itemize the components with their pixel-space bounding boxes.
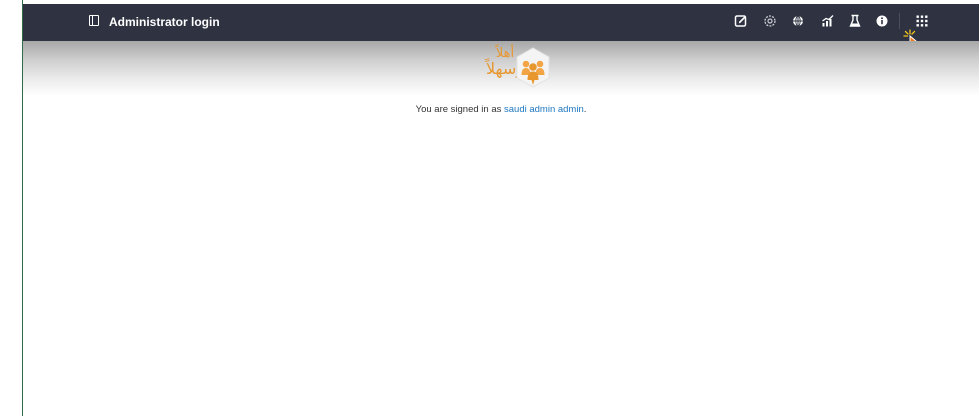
sidebar-toggle-icon[interactable]	[89, 15, 99, 26]
welcome-banner: أهلاً وسهلاً	[23, 41, 979, 96]
window-left-edge	[0, 0, 23, 416]
settings-icon[interactable]	[762, 13, 778, 29]
signed-in-suffix: .	[583, 104, 587, 115]
flask-icon[interactable]	[847, 13, 863, 29]
top-navbar: Administrator login	[23, 4, 979, 41]
globe-icon[interactable]	[790, 13, 806, 29]
page-title: Administrator login	[109, 15, 220, 29]
info-icon[interactable]	[874, 13, 890, 29]
signed-in-message: You are signed in as saudi admin admin.	[23, 104, 979, 115]
chart-icon[interactable]	[820, 13, 836, 29]
username-link[interactable]: saudi admin admin	[504, 104, 584, 115]
people-logo-icon	[516, 47, 550, 88]
apps-grid-icon[interactable]	[914, 13, 930, 29]
edit-icon[interactable]	[733, 13, 749, 29]
toolbar-divider	[899, 13, 900, 29]
signed-in-prefix: You are signed in as	[415, 104, 504, 115]
